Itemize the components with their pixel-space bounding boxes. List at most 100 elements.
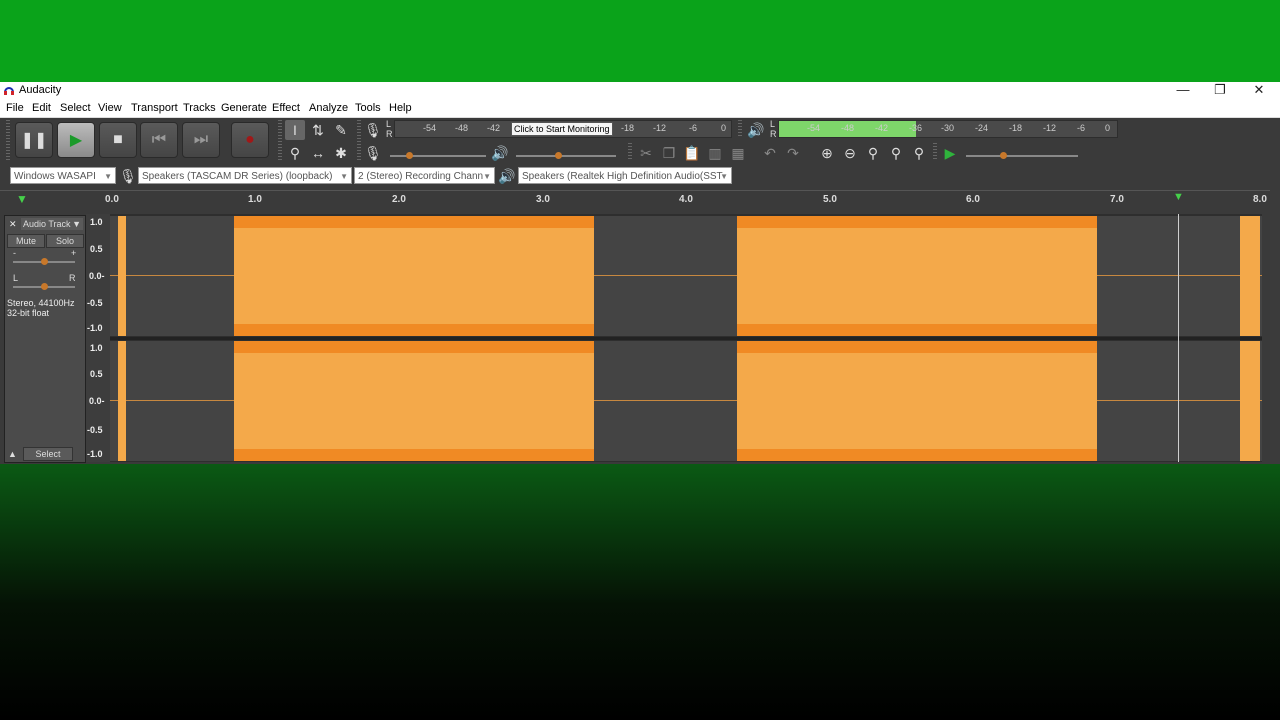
menu-file[interactable]: File <box>6 102 24 114</box>
window-title: Audacity <box>19 84 62 96</box>
chevron-down-icon: ▼ <box>720 172 728 181</box>
stop-button[interactable]: ■ <box>99 122 137 158</box>
chevron-down-icon: ▼ <box>72 219 81 229</box>
zoom-toggle-icon[interactable]: ⚲ <box>909 143 929 163</box>
recording-device-mic-icon: 🎙 <box>119 168 137 184</box>
fit-selection-icon[interactable]: ⚲ <box>863 143 883 163</box>
collapse-icon[interactable]: ▲ <box>8 449 17 459</box>
playback-volume-speaker-icon: 🔊 <box>491 145 509 161</box>
undo-icon[interactable]: ↶ <box>760 143 780 163</box>
zoom-in-icon[interactable]: ⊕ <box>817 143 837 163</box>
mute-button[interactable]: Mute <box>7 234 45 248</box>
play-tick: 0 <box>1105 123 1111 133</box>
minimize-button[interactable]: — <box>1164 82 1202 99</box>
waveform-segment <box>118 216 126 336</box>
fit-project-icon[interactable]: ⚲ <box>886 143 906 163</box>
play-tick: -54 <box>807 123 821 133</box>
edit-grip[interactable] <box>628 143 632 161</box>
track-close-icon[interactable]: ✕ <box>9 219 17 230</box>
menu-help[interactable]: Help <box>389 102 412 114</box>
pause-button[interactable]: ❚❚ <box>15 122 53 158</box>
play-button[interactable]: ▶ <box>57 122 95 158</box>
menu-generate[interactable]: Generate <box>221 102 267 114</box>
skip-start-icon: ⏮ <box>151 131 167 148</box>
stop-icon: ■ <box>113 131 123 148</box>
skip-start-button[interactable]: ⏮ <box>140 122 178 158</box>
start-monitoring-tooltip[interactable]: Click to Start Monitoring <box>511 122 613 136</box>
playback-volume-slider[interactable] <box>516 155 616 157</box>
waveform-area[interactable] <box>110 214 1262 462</box>
select-button[interactable]: Select <box>23 447 73 461</box>
background-bottom <box>0 464 1280 720</box>
channels-dropdown[interactable]: 2 (Stereo) Recording Chann ▼ <box>354 167 495 184</box>
menu-view[interactable]: View <box>98 102 122 114</box>
timeline-ruler[interactable] <box>0 190 1270 211</box>
playback-device-dropdown[interactable]: Speakers (Realtek High Definition Audio(… <box>518 167 732 184</box>
gain-thumb[interactable] <box>41 258 48 265</box>
play-tick: -30 <box>941 123 955 133</box>
waveform-peak <box>234 449 594 461</box>
paste-icon[interactable]: 📋 <box>682 143 702 163</box>
recording-volume-thumb[interactable] <box>406 152 413 159</box>
play-meter-grip[interactable] <box>738 120 742 138</box>
timeshift-tool-icon[interactable]: ↔ <box>308 143 328 163</box>
play-at-speed-icon[interactable]: ▶ <box>940 143 960 163</box>
play-tick: -6 <box>1077 123 1086 133</box>
draw-tool-icon[interactable]: ✎ <box>331 120 351 140</box>
close-button[interactable]: ✕ <box>1240 82 1278 99</box>
pin-head-icon[interactable]: ▼ <box>16 192 28 206</box>
restore-button[interactable]: ❐ <box>1201 82 1239 99</box>
solo-button[interactable]: Solo <box>46 234 84 248</box>
recording-volume-mic-icon: 🎙 <box>364 145 382 161</box>
tools-grip[interactable] <box>278 120 282 162</box>
track-name: Audio Track <box>23 219 71 229</box>
record-button[interactable]: ● <box>231 122 269 158</box>
menu-tools[interactable]: Tools <box>355 102 381 114</box>
ruler-label: 0.0 <box>105 194 119 205</box>
multi-tool-icon[interactable]: ✱ <box>331 143 351 163</box>
meter-grip[interactable] <box>357 120 361 162</box>
playback-meter-speaker-icon[interactable]: 🔊 <box>746 120 766 140</box>
host-dropdown[interactable]: Windows WASAPI ▼ <box>10 167 116 184</box>
copy-icon[interactable]: ❐ <box>659 143 679 163</box>
play-speed-thumb[interactable] <box>1000 152 1007 159</box>
playback-meter[interactable]: -54 -48 -42 -36 -30 -24 -18 -12 -6 0 <box>778 120 1118 138</box>
record-tick: -6 <box>689 123 698 133</box>
zoom-out-icon[interactable]: ⊖ <box>840 143 860 163</box>
zoom-tool-icon[interactable]: ⚲ <box>285 143 305 163</box>
silence-icon[interactable]: ▦ <box>728 143 748 163</box>
playback-volume-thumb[interactable] <box>555 152 562 159</box>
record-meter-l: L <box>386 119 392 129</box>
trim-icon[interactable]: ▥ <box>705 143 725 163</box>
play-tick: -24 <box>975 123 989 133</box>
record-meter-mic-icon[interactable]: 🎙 <box>363 120 383 140</box>
menu-tracks[interactable]: Tracks <box>183 102 216 114</box>
recording-device-dropdown[interactable]: Speakers (TASCAM DR Series) (loopback) ▼ <box>138 167 352 184</box>
track-name-menu[interactable]: Audio Track ▼ <box>21 218 83 230</box>
envelope-tool-icon[interactable]: ⇅ <box>308 120 328 140</box>
menu-analyze[interactable]: Analyze <box>309 102 348 114</box>
skip-end-button[interactable]: ⏭ <box>182 122 220 158</box>
menu-select[interactable]: Select <box>60 102 91 114</box>
play-at-speed-grip[interactable] <box>933 143 937 161</box>
transport-grip[interactable] <box>6 120 10 162</box>
play-speed-slider[interactable] <box>966 155 1078 157</box>
cut-icon[interactable]: ✂ <box>636 143 656 163</box>
record-tick: -48 <box>455 123 469 133</box>
menu-bar: File Edit Select View Transport Tracks G… <box>0 99 1280 118</box>
waveform-peak <box>737 324 1097 336</box>
waveform-peak <box>234 324 594 336</box>
waveform-peak <box>737 449 1097 461</box>
menu-edit[interactable]: Edit <box>32 102 51 114</box>
recording-volume-slider[interactable] <box>390 155 486 157</box>
recording-device-value: Speakers (TASCAM DR Series) (loopback) <box>142 171 333 182</box>
redo-icon[interactable]: ↷ <box>783 143 803 163</box>
selection-tool-icon[interactable]: I <box>285 120 305 140</box>
waveform-segment <box>1240 341 1260 461</box>
pan-thumb[interactable] <box>41 283 48 290</box>
menu-transport[interactable]: Transport <box>131 102 178 114</box>
menu-effect[interactable]: Effect <box>272 102 300 114</box>
title-bar: Audacity — ❐ ✕ <box>0 82 1280 99</box>
waveform-segment <box>234 216 594 336</box>
play-tick: -48 <box>841 123 855 133</box>
